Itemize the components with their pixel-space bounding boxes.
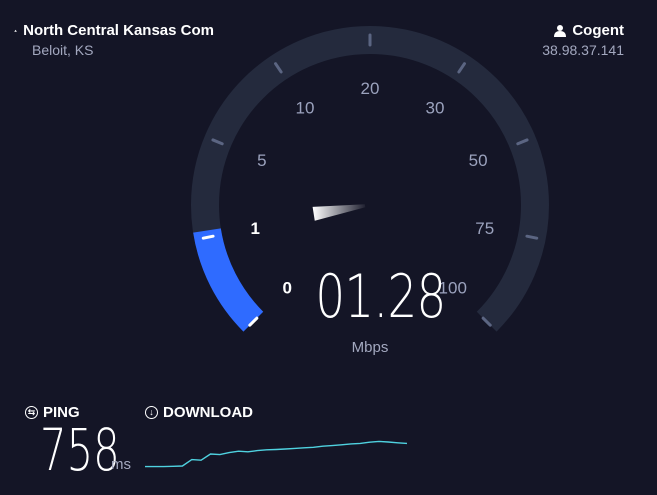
isp-triangle-icon bbox=[14, 29, 17, 32]
speed-gauge: 0151020305075100 bbox=[191, 26, 549, 332]
download-label: ↓ DOWNLOAD bbox=[145, 404, 253, 421]
gauge-needle bbox=[312, 204, 366, 221]
ping-icon: ⇆ bbox=[25, 406, 38, 419]
gauge-label: 1 bbox=[251, 219, 260, 238]
isp-name: North Central Kansas Com bbox=[23, 22, 214, 39]
gauge-label: 5 bbox=[257, 151, 266, 170]
download-label-text: DOWNLOAD bbox=[163, 404, 253, 421]
server-info[interactable]: Cogent 38.98.37.141 bbox=[542, 22, 624, 58]
ping-value: 758 bbox=[40, 416, 120, 484]
gauge-fill bbox=[193, 227, 264, 332]
isp-location: Beloit, KS bbox=[32, 42, 94, 58]
gauge-label: 50 bbox=[469, 151, 488, 170]
download-sparkline-line bbox=[145, 440, 408, 468]
isp-info: North Central Kansas Com Beloit, KS bbox=[14, 22, 214, 58]
download-arrow-icon: ↓ bbox=[145, 406, 158, 419]
ping-unit: ms bbox=[111, 456, 131, 473]
download-sparkline bbox=[145, 440, 408, 468]
gauge-label: 30 bbox=[426, 99, 445, 118]
gauge-label: 10 bbox=[296, 99, 315, 118]
server-ip: 38.98.37.141 bbox=[542, 42, 624, 58]
speed-value: 01.28 bbox=[315, 262, 446, 332]
gauge-label: 75 bbox=[475, 219, 494, 238]
server-name: Cogent bbox=[572, 22, 624, 39]
user-icon bbox=[554, 25, 567, 37]
gauge-tick bbox=[201, 234, 215, 240]
gauge-label: 20 bbox=[361, 79, 380, 98]
gauge-tick bbox=[525, 234, 539, 240]
gauge-label: 0 bbox=[283, 279, 292, 298]
speed-unit: Mbps bbox=[351, 339, 389, 356]
